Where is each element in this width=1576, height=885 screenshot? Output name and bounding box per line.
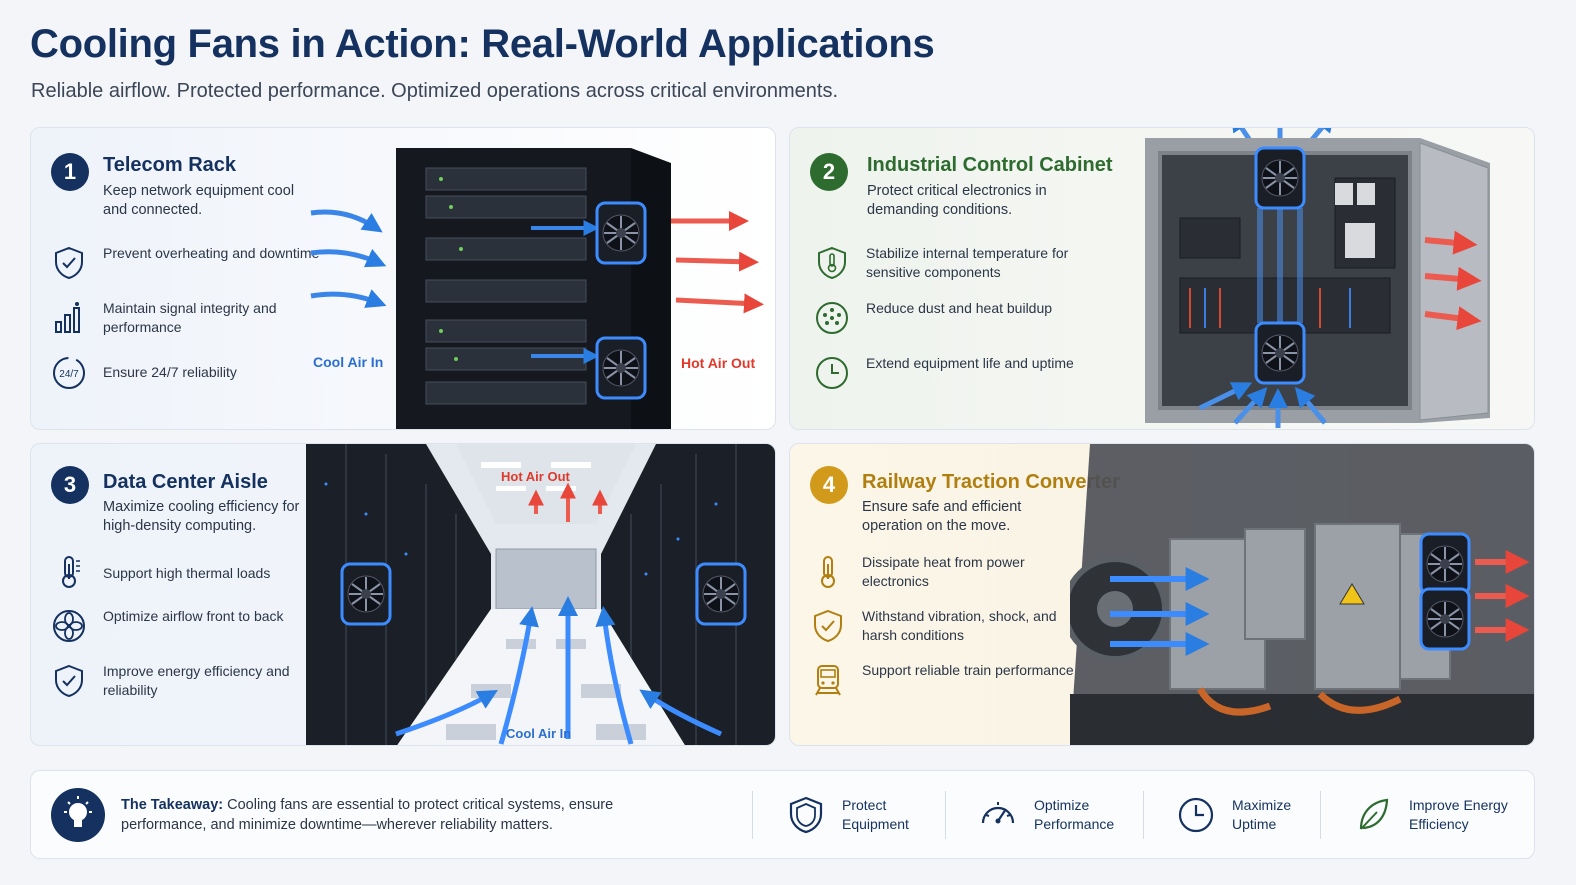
divider xyxy=(1143,791,1144,839)
card-number: 4 xyxy=(810,466,848,504)
feature-text: Support reliable train performance xyxy=(862,662,1074,678)
footer-item-protect: Protect Equipment xyxy=(786,791,966,841)
card-description: Ensure safe and efficient operation on t… xyxy=(862,499,1022,534)
feature-text: Optimize airflow front to back xyxy=(103,608,284,624)
clock-icon xyxy=(1178,797,1214,833)
feature-text: Prevent overheating and downtime xyxy=(103,245,320,261)
feature-item: Optimize airflow front to back xyxy=(51,606,321,646)
feature-text: Stabilize internal temperature for sensi… xyxy=(866,245,1069,280)
feature-item: Support reliable train performance xyxy=(810,660,1080,700)
feature-item: Stabilize internal temperature for sensi… xyxy=(814,243,1084,283)
feature-text: Withstand vibration, shock, and harsh co… xyxy=(862,608,1057,643)
feature-text: Extend equipment life and uptime xyxy=(866,355,1074,371)
thermometer-icon xyxy=(821,556,835,588)
svg-text:24/7: 24/7 xyxy=(59,369,79,380)
footer-item-line2: Uptime xyxy=(1232,816,1277,832)
thermometer-icon xyxy=(62,556,80,588)
feature-item: Maintain signal integrity and performanc… xyxy=(51,298,321,338)
footer-item-line1: Maximize xyxy=(1232,797,1292,813)
cool-air-label: Cool Air In xyxy=(506,726,572,741)
page-title: Cooling Fans in Action: Real-World Appli… xyxy=(30,22,935,66)
footer-item-label: Maximize Uptime xyxy=(1232,796,1291,834)
shield-check-icon xyxy=(55,664,83,698)
footer-item-energy: Improve Energy Efficiency xyxy=(1353,791,1533,841)
shield-check-icon xyxy=(814,609,842,643)
page-subtitle: Reliable airflow. Protected performance.… xyxy=(31,80,839,102)
divider xyxy=(752,791,753,839)
footer-item-label: Optimize Performance xyxy=(1034,796,1114,834)
footer-item-line2: Equipment xyxy=(842,816,909,832)
feature-text: Improve energy efficiency and reliabilit… xyxy=(103,663,290,698)
shield-icon xyxy=(789,796,823,834)
telecom-rack-illustration xyxy=(310,148,764,429)
control-cabinet-illustration xyxy=(1145,128,1490,428)
feature-item: Improve energy efficiency and reliabilit… xyxy=(51,661,321,701)
card-description: Keep network equipment cool and connecte… xyxy=(103,183,295,218)
card-industrial-control-cabinet: 2 Industrial Control Cabinet Protect cri… xyxy=(789,127,1535,430)
feature-item: Withstand vibration, shock, and harsh co… xyxy=(810,606,1080,646)
footer-item-label: Improve Energy Efficiency xyxy=(1409,796,1508,834)
fan-icon xyxy=(53,610,85,642)
card-telecom-rack: 1 Telecom Rack Keep network equipment co… xyxy=(30,127,776,430)
leaf-icon xyxy=(1359,798,1389,830)
footer-item-line2: Efficiency xyxy=(1409,816,1469,832)
footer-item-optimize: Optimize Performance xyxy=(978,791,1158,841)
takeaway-text: The Takeaway: Cooling fans are essential… xyxy=(121,795,681,835)
shield-thermometer-icon xyxy=(818,246,846,280)
dust-icon xyxy=(816,302,848,334)
card-description: Protect critical electronics in demandin… xyxy=(867,183,1047,218)
hot-air-label: Hot Air Out xyxy=(501,469,570,484)
feature-text: Maintain signal integrity and performanc… xyxy=(103,300,277,335)
feature-item: Support high thermal loads xyxy=(51,552,321,592)
feature-text: Support high thermal loads xyxy=(103,565,271,581)
data-center-illustration xyxy=(306,444,775,745)
footer-item-line2: Performance xyxy=(1034,816,1115,832)
feature-text: Reduce dust and heat buildup xyxy=(866,300,1053,316)
takeaway-footer: The Takeaway: Cooling fans are essential… xyxy=(30,770,1535,859)
gauge-icon xyxy=(981,802,1015,824)
takeaway-label: The Takeaway: xyxy=(121,797,224,813)
footer-item-line1: Protect xyxy=(842,797,887,813)
feature-text: Dissipate heat from power electronics xyxy=(862,554,1025,589)
signal-bars-icon xyxy=(55,302,80,333)
feature-text: Ensure 24/7 reliability xyxy=(103,364,237,380)
feature-item: 24/7 Ensure 24/7 reliability xyxy=(51,353,321,393)
card-data-center-aisle: 3 Data Center Aisle Maximize cooling eff… xyxy=(30,443,776,746)
train-icon xyxy=(815,665,841,696)
footer-item-uptime: Maximize Uptime xyxy=(1176,791,1356,841)
cool-air-label: Cool Air In xyxy=(313,354,384,370)
footer-item-label: Protect Equipment xyxy=(842,796,909,834)
footer-item-line1: Improve Energy xyxy=(1409,797,1508,813)
railway-converter-illustration xyxy=(1070,444,1534,745)
feature-item: Reduce dust and heat buildup xyxy=(814,298,1084,338)
card-title: Industrial Control Cabinet xyxy=(867,154,1113,176)
feature-item: Dissipate heat from power electronics xyxy=(810,552,1080,592)
card-number: 1 xyxy=(51,153,89,191)
feature-item: Extend equipment life and uptime xyxy=(814,353,1084,393)
clock-icon xyxy=(816,357,848,389)
card-title: Data Center Aisle xyxy=(103,471,268,493)
lightbulb-icon xyxy=(51,788,105,842)
divider xyxy=(1320,791,1321,839)
hot-air-label: Hot Air Out xyxy=(681,355,756,371)
cool-air-arrows xyxy=(310,209,387,308)
hot-air-arrows xyxy=(671,211,764,314)
shield-check-icon xyxy=(55,246,83,280)
card-title: Telecom Rack xyxy=(103,154,237,176)
footer-item-line1: Optimize xyxy=(1034,797,1090,813)
clock-247-icon: 24/7 xyxy=(53,357,85,389)
card-number: 3 xyxy=(51,466,89,504)
feature-item: Prevent overheating and downtime xyxy=(51,243,321,283)
card-number: 2 xyxy=(810,153,848,191)
card-description: Maximize cooling efficiency for high-den… xyxy=(103,499,300,534)
card-railway-traction-converter: 4 Railway Traction Converter Ensure safe… xyxy=(789,443,1535,746)
divider xyxy=(945,791,946,839)
